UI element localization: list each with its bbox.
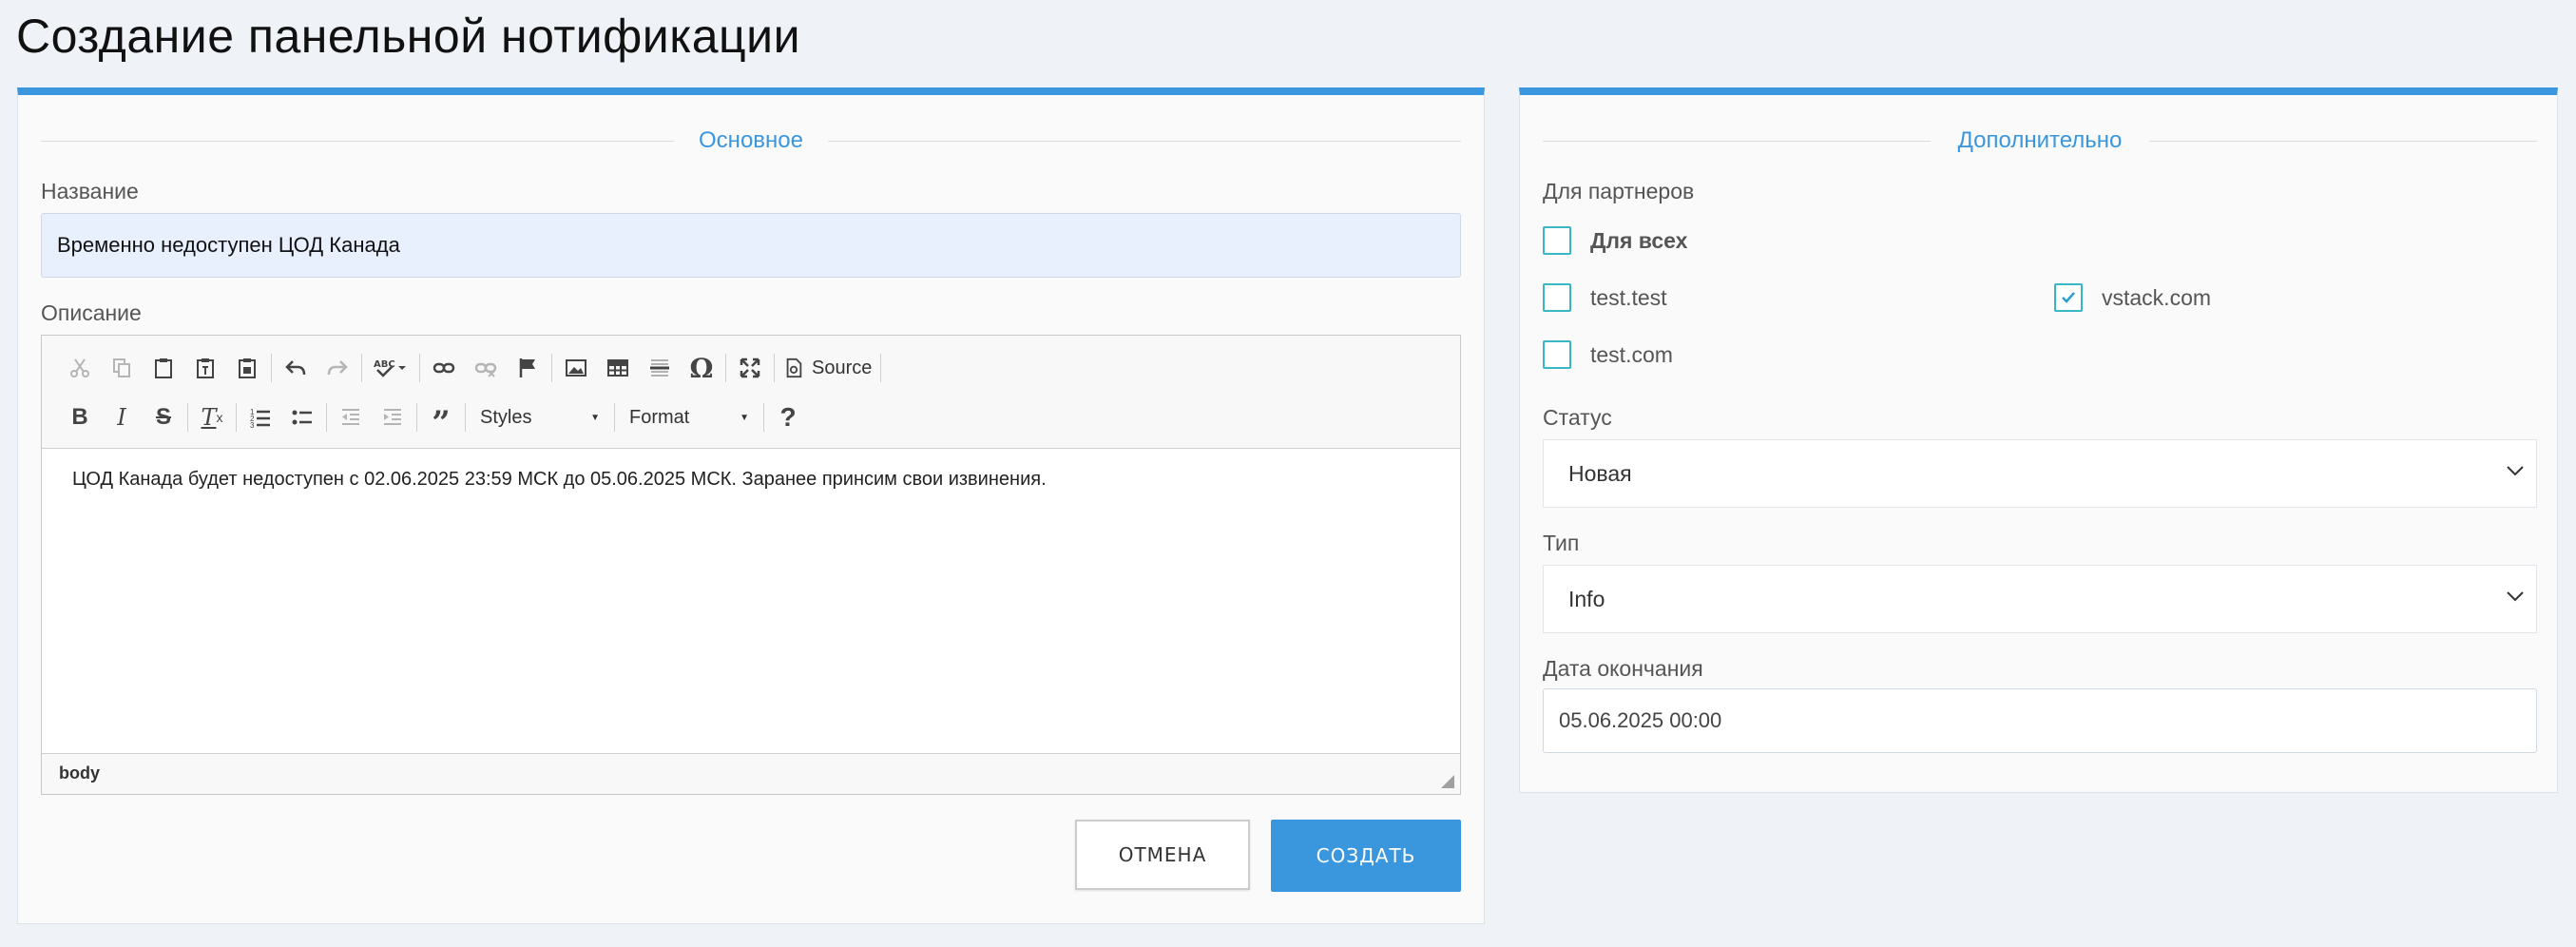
blockquote-icon[interactable]: ”	[420, 398, 462, 439]
cut-icon[interactable]	[59, 349, 101, 387]
type-label: Тип	[1543, 531, 1580, 555]
partners-label: Для партнеров	[1543, 179, 1695, 203]
remove-format-icon[interactable]: Tx	[191, 398, 233, 436]
table-icon[interactable]	[597, 349, 639, 387]
maximize-icon[interactable]	[729, 349, 771, 387]
format-label: Format	[629, 406, 690, 428]
end-date-label: Дата окончания	[1543, 656, 1703, 681]
cancel-button[interactable]: ОТМЕНА	[1075, 820, 1250, 890]
description-label: Описание	[41, 300, 142, 325]
checkbox-checked[interactable]	[2054, 283, 2083, 312]
dropdown-arrow-icon: ▼	[740, 412, 749, 423]
section-legend-extra: Дополнительно	[1543, 122, 2537, 160]
help-icon[interactable]: ?	[767, 398, 809, 436]
indent-icon[interactable]	[372, 398, 413, 436]
section-title: Основное	[699, 127, 803, 153]
checkbox-label: vstack.com	[2102, 284, 2212, 310]
undo-icon[interactable]	[275, 349, 317, 387]
editor-content[interactable]: ЦОД Канада будет недоступен с 02.06.2025…	[72, 469, 1047, 491]
svg-text:3: 3	[250, 421, 255, 429]
element-path[interactable]: body	[59, 763, 100, 783]
status-label: Статус	[1543, 405, 1612, 430]
dropdown-arrow-icon: ▼	[590, 412, 600, 423]
link-icon[interactable]	[423, 349, 465, 387]
rich-text-editor[interactable]: ABC Ω Source B I S T x 1 2 3 ” Styles ▼ …	[41, 335, 1461, 795]
format-dropdown[interactable]: Format ▼	[618, 398, 760, 436]
source-icon	[786, 358, 802, 378]
editor-footer: body	[42, 753, 1460, 794]
outdent-icon[interactable]	[330, 398, 372, 436]
checkbox[interactable]	[1543, 283, 1571, 312]
strikethrough-icon[interactable]: S	[143, 398, 184, 436]
checkbox-label: test.test	[1590, 284, 1667, 310]
page-title: Создание панельной нотификации	[16, 10, 801, 63]
checkmark-icon	[2062, 292, 2075, 303]
anchor-flag-icon[interactable]	[507, 349, 548, 387]
resize-handle-icon[interactable]	[1441, 775, 1454, 788]
image-icon[interactable]	[555, 349, 597, 387]
source-button[interactable]: Source	[778, 349, 877, 387]
checkbox[interactable]	[1543, 340, 1571, 369]
name-input[interactable]: Временно недоступен ЦОД Канада	[41, 213, 1461, 278]
partner-test-test-checkbox[interactable]: test.test	[1543, 283, 1667, 312]
checkbox[interactable]	[1543, 226, 1571, 255]
status-value: Новая	[1568, 460, 1632, 486]
type-select[interactable]: Info	[1543, 565, 2537, 633]
numbered-list-icon[interactable]: 123	[240, 398, 281, 436]
partner-test-com-checkbox[interactable]: test.com	[1543, 340, 1673, 369]
end-date-input[interactable]: 05.06.2025 00:00	[1543, 688, 2537, 753]
copy-icon[interactable]	[101, 349, 143, 387]
unlink-icon[interactable]	[465, 349, 507, 387]
redo-icon[interactable]	[317, 349, 358, 387]
status-select[interactable]: Новая	[1543, 439, 2537, 508]
checkbox-label: test.com	[1590, 341, 1673, 367]
section-title: Дополнительно	[1957, 127, 2123, 153]
paste-word-icon[interactable]	[226, 349, 268, 387]
extra-panel: Дополнительно Для партнеров Для всех tes…	[1519, 87, 2558, 793]
horizontal-rule-icon[interactable]	[639, 349, 681, 387]
styles-label: Styles	[480, 406, 532, 428]
chevron-down-icon	[2507, 591, 2524, 602]
paste-icon[interactable]	[143, 349, 184, 387]
partner-vstack-com-checkbox[interactable]: vstack.com	[2054, 283, 2211, 312]
styles-dropdown[interactable]: Styles ▼	[469, 398, 611, 436]
create-button[interactable]: СОЗДАТЬ	[1271, 820, 1461, 892]
spellcheck-icon[interactable]: ABC	[365, 349, 416, 387]
editor-toolbar: ABC Ω Source B I S T x 1 2 3 ” Styles ▼ …	[42, 336, 1460, 449]
italic-icon[interactable]: I	[101, 398, 143, 436]
section-legend-main: Основное	[41, 122, 1461, 160]
name-label: Название	[41, 179, 139, 203]
bulleted-list-icon[interactable]	[281, 398, 323, 436]
paste-text-icon[interactable]	[184, 349, 226, 387]
type-value: Info	[1568, 586, 1605, 611]
bold-icon[interactable]: B	[59, 398, 101, 436]
source-label: Source	[812, 357, 873, 378]
checkbox-label: Для всех	[1590, 227, 1688, 253]
chevron-down-icon	[2507, 466, 2524, 476]
main-panel: Основное Название Временно недоступен ЦО…	[17, 87, 1485, 924]
partner-all-checkbox[interactable]: Для всех	[1543, 226, 1687, 255]
special-char-icon[interactable]: Ω	[681, 349, 722, 387]
